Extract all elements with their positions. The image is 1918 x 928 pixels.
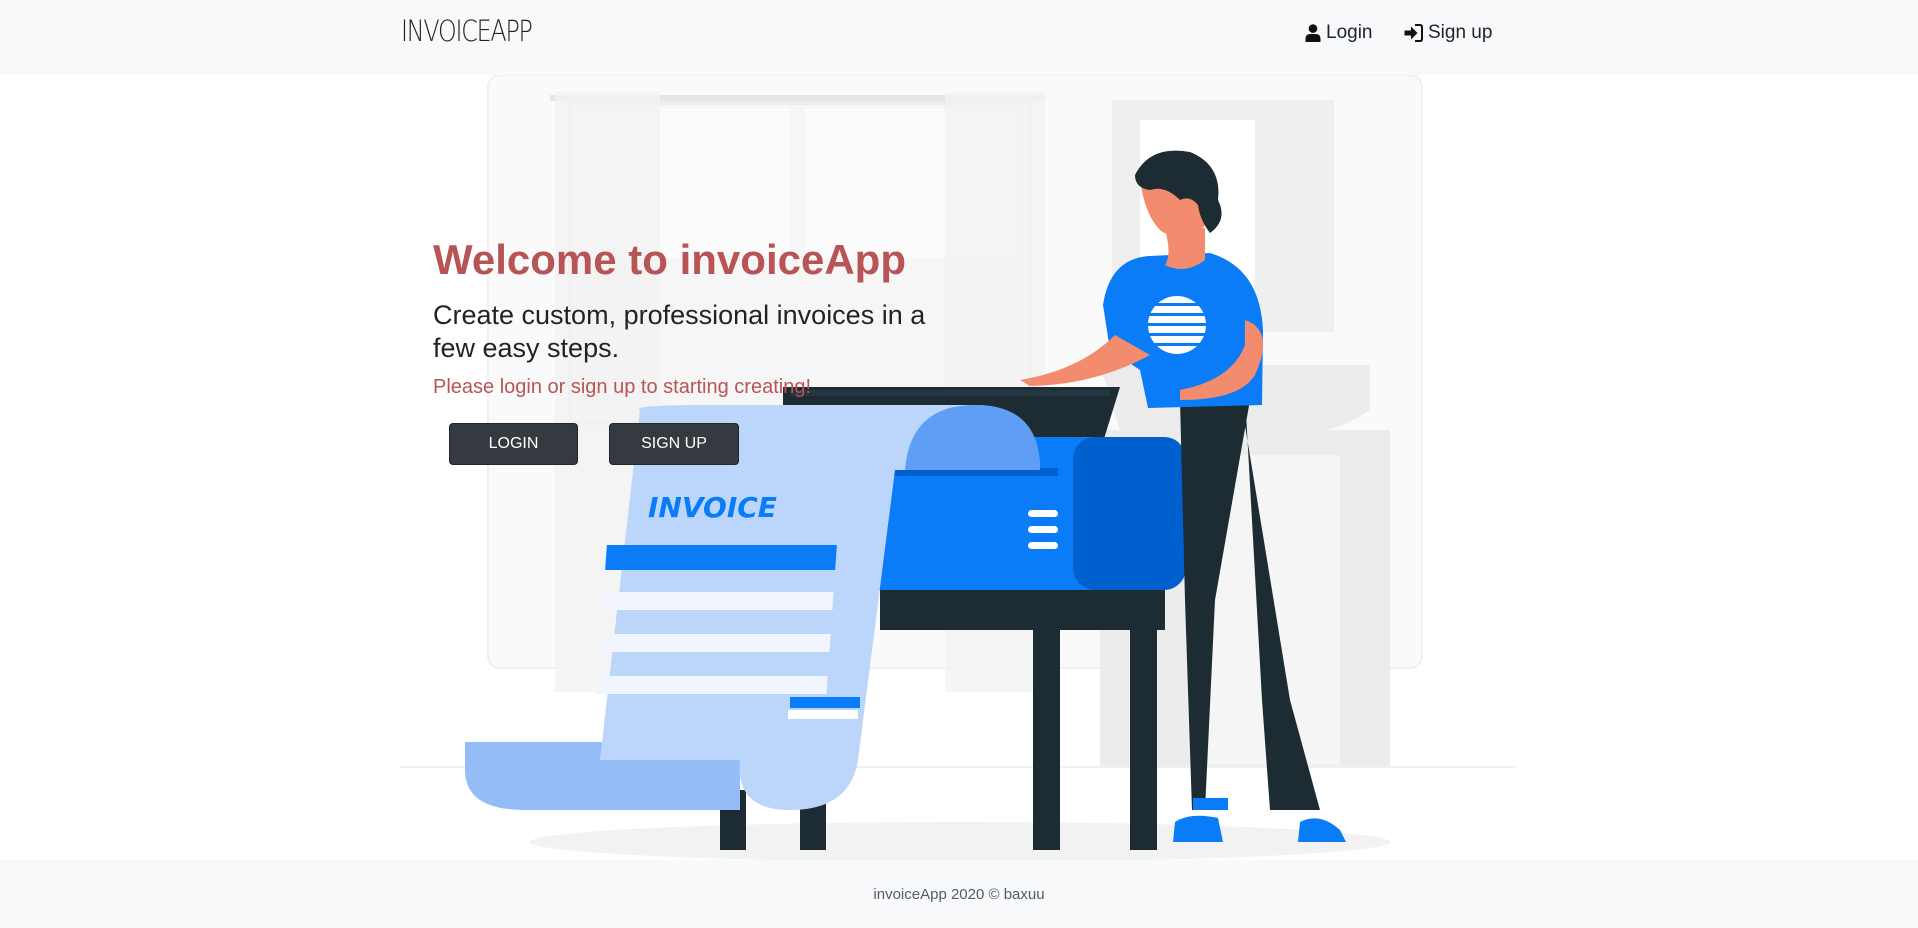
invoice-paper-label: INVOICE <box>648 491 777 524</box>
user-icon <box>1305 24 1321 42</box>
footer-copyright: invoiceApp 2020 © baxuu <box>873 886 1045 903</box>
nav-login-label: Login <box>1326 22 1373 43</box>
login-prompt: Please login or sign up to starting crea… <box>433 376 811 398</box>
nav-signup-label: Sign up <box>1428 22 1493 43</box>
login-button[interactable]: LOGIN <box>449 423 578 465</box>
nav-signup-link[interactable]: Sign up <box>1404 22 1492 44</box>
footer: invoiceApp 2020 © baxuu <box>0 860 1918 928</box>
nav-login-link[interactable]: Login <box>1305 22 1373 44</box>
hero-section: INVOICE Welcome to invoiceApp Create cus… <box>0 75 1918 860</box>
hero-subtitle: Create custom, professional invoices in … <box>433 300 926 363</box>
invoice-printer-illustration: INVOICE <box>400 75 1515 860</box>
signup-button[interactable]: SIGN UP <box>609 423 739 465</box>
brand-logo[interactable]: INVOICEAPP <box>401 14 533 48</box>
navbar: INVOICEAPP Login Sign up <box>0 0 1918 75</box>
sign-in-icon <box>1404 24 1423 42</box>
welcome-title: Welcome to invoiceApp <box>433 236 906 283</box>
